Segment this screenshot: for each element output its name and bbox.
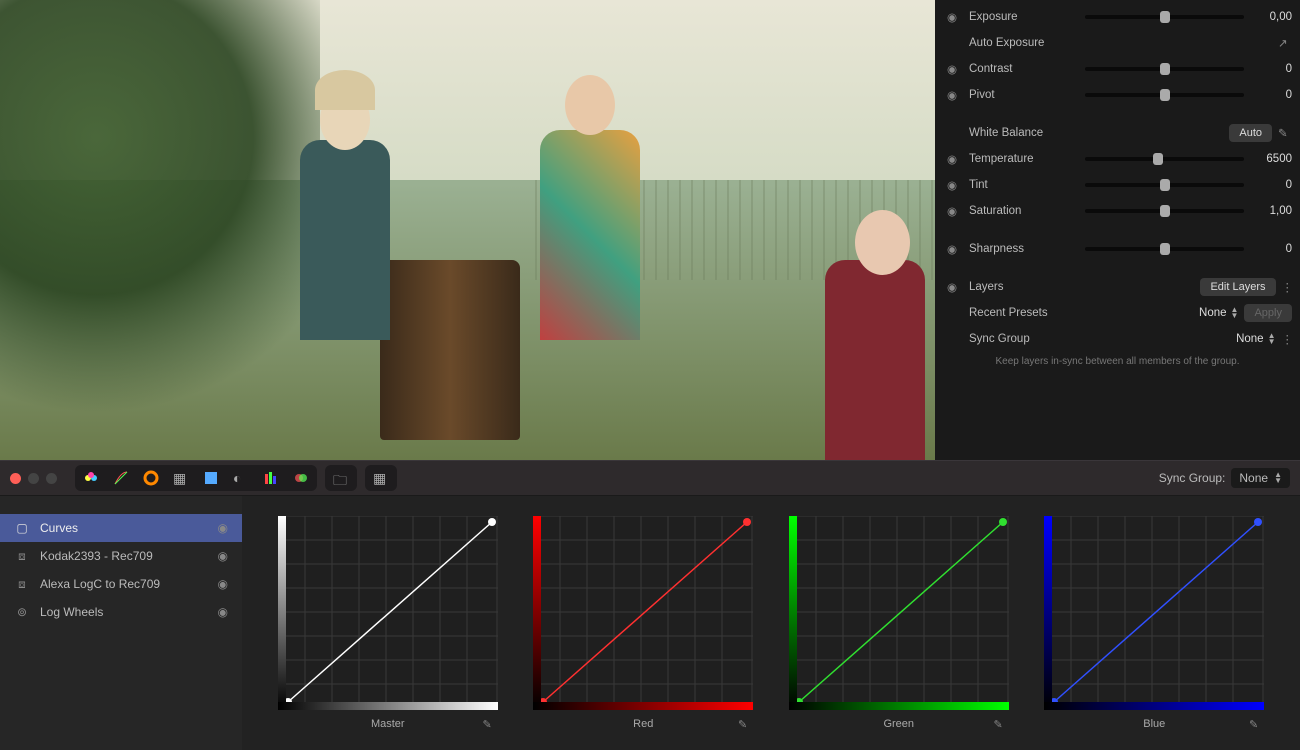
layer-item-curves[interactable]: ▢ Curves ◉ <box>0 514 242 542</box>
eye-icon[interactable]: ◉ <box>947 152 963 166</box>
vignette-icon[interactable]: ◐ <box>227 467 255 489</box>
zoom-window-icon[interactable] <box>46 473 57 484</box>
window-controls <box>10 473 57 484</box>
eyedropper-icon[interactable]: ✎ <box>738 718 747 731</box>
green-curve-label: Green <box>883 718 914 730</box>
recent-presets-select[interactable]: None ▲▼ <box>1199 307 1238 319</box>
temperature-value[interactable]: 6500 <box>1250 153 1292 165</box>
wand-icon[interactable]: ↗ <box>1278 36 1292 50</box>
hue-wheel-icon[interactable] <box>137 467 165 489</box>
curves-tab-icon[interactable] <box>107 467 135 489</box>
blue-curve[interactable] <box>1044 516 1264 710</box>
temperature-label: Temperature <box>969 153 1079 165</box>
toolbar-sync-select[interactable]: None ▲▼ <box>1231 468 1290 488</box>
sync-hint: Keep layers in-sync between all members … <box>935 352 1300 371</box>
auto-wb-button[interactable]: Auto <box>1229 124 1272 142</box>
layer-label: Curves <box>40 521 208 535</box>
eye-icon[interactable]: ◉ <box>218 521 228 535</box>
layer-item-lut[interactable]: ⧈ Alexa LogC to Rec709 ◉ <box>0 570 242 598</box>
scope-2-icon[interactable] <box>197 467 225 489</box>
more-icon[interactable]: ⋮ <box>1282 280 1293 294</box>
color-wheels-icon[interactable] <box>77 467 105 489</box>
updown-icon: ▲▼ <box>1274 472 1282 484</box>
eyedropper-icon[interactable]: ✎ <box>994 718 1003 731</box>
layer-label: Kodak2393 - Rec709 <box>40 549 208 563</box>
layer-label: Log Wheels <box>40 605 208 619</box>
red-curve-label: Red <box>633 718 653 730</box>
curves-editor: Master ✎ Red ✎ <box>242 496 1300 750</box>
overlap-icon[interactable] <box>287 467 315 489</box>
eye-icon[interactable]: ◉ <box>947 88 963 102</box>
apply-button[interactable]: Apply <box>1244 304 1292 322</box>
eyedropper-icon[interactable]: ✎ <box>483 718 492 731</box>
master-curve-label: Master <box>371 718 405 730</box>
tint-slider[interactable] <box>1085 183 1244 187</box>
saturation-label: Saturation <box>969 205 1079 217</box>
tint-label: Tint <box>969 179 1079 191</box>
cube-icon: ⧈ <box>14 576 30 592</box>
rgb-parade-icon[interactable] <box>257 467 285 489</box>
video-viewer[interactable] <box>0 0 935 460</box>
exposure-value[interactable]: 0,00 <box>1250 11 1292 23</box>
master-curve[interactable] <box>278 516 498 710</box>
exposure-slider[interactable] <box>1085 15 1244 19</box>
layer-item-wheels[interactable]: ⊚ Log Wheels ◉ <box>0 598 242 626</box>
exposure-label: Exposure <box>969 11 1079 23</box>
eye-icon[interactable]: ◉ <box>947 10 963 24</box>
close-window-icon[interactable] <box>10 473 21 484</box>
curves-icon: ▢ <box>14 520 30 536</box>
pivot-slider[interactable] <box>1085 93 1244 97</box>
saturation-value[interactable]: 1,00 <box>1250 205 1292 217</box>
red-curve[interactable] <box>533 516 753 710</box>
temperature-slider[interactable] <box>1085 157 1244 161</box>
updown-icon: ▲▼ <box>1231 307 1239 319</box>
sharpness-label: Sharpness <box>969 243 1079 255</box>
toolbar-sync-label: Sync Group: <box>1159 471 1226 485</box>
eye-icon[interactable]: ◉ <box>947 242 963 256</box>
bottom-toolbar: ▦ ◐ 🗀 ▦ Sync Group: None ▲▼ <box>0 460 1300 496</box>
white-balance-label: White Balance <box>969 127 1079 139</box>
grid-icon[interactable]: ▦ <box>367 467 395 489</box>
eye-icon[interactable]: ◉ <box>218 577 228 591</box>
contrast-value[interactable]: 0 <box>1250 63 1292 75</box>
folder-icon[interactable]: 🗀 <box>327 467 355 489</box>
contrast-label: Contrast <box>969 63 1079 75</box>
cube-icon: ⧈ <box>14 548 30 564</box>
eye-icon[interactable]: ◉ <box>947 204 963 218</box>
wheels-icon: ⊚ <box>14 604 30 620</box>
scope-1-icon[interactable]: ▦ <box>167 467 195 489</box>
pivot-value[interactable]: 0 <box>1250 89 1292 101</box>
auto-exposure-label: Auto Exposure <box>969 37 1079 49</box>
eye-icon[interactable]: ◉ <box>218 605 228 619</box>
sharpness-value[interactable]: 0 <box>1250 243 1292 255</box>
eyedropper-icon[interactable]: ✎ <box>1278 126 1292 140</box>
contrast-slider[interactable] <box>1085 67 1244 71</box>
edit-layers-button[interactable]: Edit Layers <box>1200 278 1275 296</box>
inspector-panel: ◉ Exposure 0,00 Auto Exposure ↗ ◉ Contra… <box>935 0 1300 460</box>
minimize-window-icon[interactable] <box>28 473 39 484</box>
green-curve[interactable] <box>789 516 1009 710</box>
sync-group-select[interactable]: None ▲▼ <box>1236 333 1275 345</box>
eyedropper-icon[interactable]: ✎ <box>1249 718 1258 731</box>
saturation-slider[interactable] <box>1085 209 1244 213</box>
layers-list: ▢ Curves ◉ ⧈ Kodak2393 - Rec709 ◉ ⧈ Alex… <box>0 496 242 750</box>
more-icon[interactable]: ⋮ <box>1282 332 1293 346</box>
layer-item-lut[interactable]: ⧈ Kodak2393 - Rec709 ◉ <box>0 542 242 570</box>
eye-icon[interactable]: ◉ <box>947 280 963 294</box>
sharpness-slider[interactable] <box>1085 247 1244 251</box>
recent-presets-label: Recent Presets <box>969 307 1079 319</box>
blue-curve-label: Blue <box>1143 718 1165 730</box>
sync-group-label: Sync Group <box>969 333 1079 345</box>
eye-icon[interactable]: ◉ <box>947 178 963 192</box>
updown-icon: ▲▼ <box>1268 333 1276 345</box>
pivot-label: Pivot <box>969 89 1079 101</box>
layer-label: Alexa LogC to Rec709 <box>40 577 208 591</box>
tint-value[interactable]: 0 <box>1250 179 1292 191</box>
eye-icon[interactable]: ◉ <box>947 62 963 76</box>
layers-label: Layers <box>969 281 1079 293</box>
eye-icon[interactable]: ◉ <box>218 549 228 563</box>
